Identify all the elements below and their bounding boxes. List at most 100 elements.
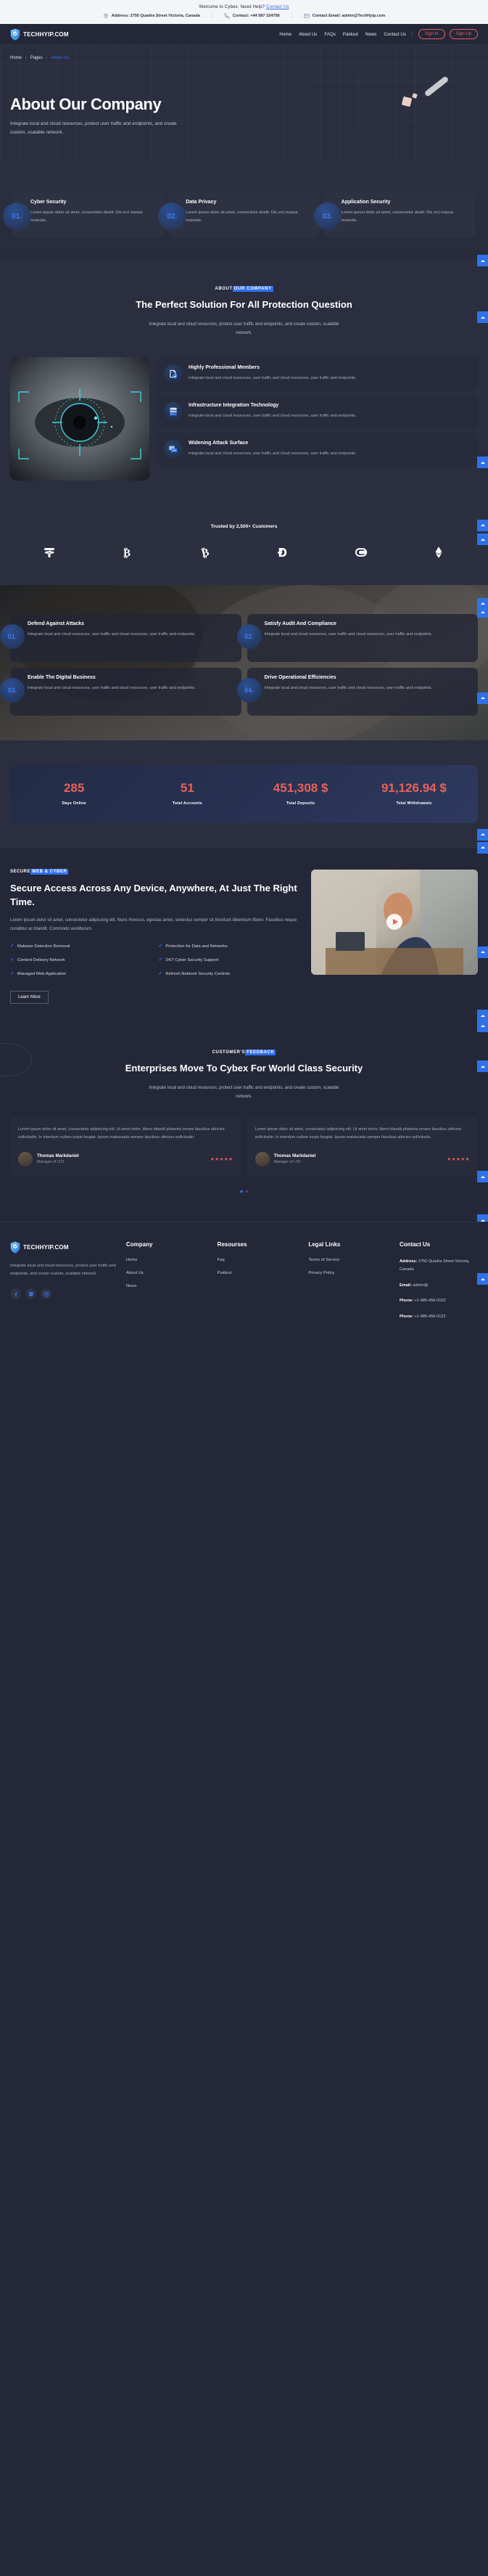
avatar — [255, 1151, 270, 1166]
footer-link-news[interactable]: News — [126, 1284, 210, 1288]
scroll-to-top-button[interactable] — [477, 597, 488, 610]
breadcrumb-home[interactable]: Home — [10, 56, 22, 60]
facebook-icon[interactable] — [10, 1288, 21, 1300]
service-title: Data Privacy — [186, 200, 217, 205]
scroll-to-top-button[interactable] — [477, 1171, 488, 1183]
stat-value: 451,308 $ — [273, 780, 328, 795]
scroll-to-top-button[interactable] — [477, 692, 488, 704]
service-card[interactable]: 03. Application Security Lorem ipsum dol… — [313, 192, 475, 238]
nav-item-contact-us[interactable]: Contact Us — [384, 32, 406, 37]
instagram-icon[interactable] — [41, 1288, 51, 1300]
play-button-icon[interactable] — [386, 914, 402, 931]
testimonials-section: CUSTOMER'S FEEDBACK Enterprises Move To C… — [0, 1029, 488, 1222]
welcome-message: Welcome to Cybex. Need Help? Contact Us — [0, 4, 488, 9]
scroll-to-top-button[interactable] — [477, 841, 488, 854]
auth-buttons: Sign In Sign Up — [418, 29, 478, 39]
top-info-bar: Welcome to Cybex. Need Help? Contact Us … — [0, 0, 488, 24]
testimonial-text: Lorem ipsum dolor sit amet, consectetur … — [18, 1127, 225, 1140]
testimonial-author-role: Manager of LTD — [37, 1160, 65, 1165]
scroll-to-top-button[interactable] — [477, 457, 488, 469]
scroll-to-top-button[interactable] — [477, 1273, 488, 1285]
main-navbar: TECHHYIP.COM Home About Us FAQs Paidout … — [0, 24, 488, 44]
service-card[interactable]: 02. Data Privacy Lorem ipsum dolor sit a… — [158, 192, 320, 238]
footer-phone-1-label: Phone: — [400, 1299, 413, 1304]
footer-phone-2-value: +1-485-456-0122 — [414, 1314, 446, 1319]
contact-us-link[interactable]: Contact Us — [266, 4, 289, 9]
carousel-dot-2[interactable] — [245, 1190, 248, 1193]
feature-text: Highly Professional Members Integrate lo… — [189, 364, 357, 383]
footer-link-privacy[interactable]: Privacy Policy — [308, 1271, 392, 1275]
footer-link-terms[interactable]: Terms of Service — [308, 1258, 392, 1262]
footer-link-faq[interactable]: Faq — [218, 1258, 302, 1262]
scroll-to-top-button[interactable] — [477, 828, 488, 841]
feature-card[interactable]: Widening Attack Surface Integrate local … — [157, 432, 478, 466]
stat-item: 285 Days Online — [17, 781, 131, 806]
benefit-description: Integrate local and cloud resources, use… — [264, 631, 433, 637]
footer-brand-column: TECHHYIP.COM Integrate local and cloud r… — [10, 1241, 119, 1328]
benefit-card[interactable]: 01. Defend Against Attacks Integrate loc… — [0, 613, 241, 662]
benefit-card[interactable]: 02. Satisfy Audit And Compliance Integra… — [236, 613, 478, 662]
benefits-section: 01. Defend Against Attacks Integrate loc… — [0, 584, 488, 740]
benefit-card[interactable]: 04. Drive Operational Efficiencies Integ… — [236, 667, 478, 716]
benefit-card[interactable]: 03. Enable The Digital Business Integrat… — [0, 667, 241, 716]
nav-item-home[interactable]: Home — [279, 32, 291, 37]
carousel-dot-1[interactable] — [240, 1190, 243, 1193]
scroll-to-top-button[interactable] — [477, 1010, 488, 1022]
stat-value: 285 — [63, 780, 85, 795]
secure-eyebrow: SECURE WEB & CYBER — [10, 868, 302, 875]
footer-legal-column: Legal Links Terms of Service Privacy Pol… — [308, 1241, 392, 1328]
document-shield-icon — [164, 364, 183, 383]
scroll-to-top-button[interactable] — [477, 1214, 488, 1222]
breadcrumb-chevron-icon: › — [46, 56, 48, 60]
scroll-to-top-button[interactable] — [477, 311, 488, 324]
secure-left-column: SECURE WEB & CYBER Secure Access Across A… — [10, 868, 302, 1005]
breadcrumb-chevron-icon: › — [25, 56, 27, 60]
nav-item-news[interactable]: News — [365, 32, 376, 37]
testimonial-author-name: Thomas Markdaniel — [37, 1153, 79, 1159]
site-logo[interactable]: TECHHYIP.COM — [10, 28, 69, 41]
service-cards-row: 01. Cyber Security Lorem ipsum dolor sit… — [0, 192, 488, 238]
footer-link-home[interactable]: Home — [126, 1258, 210, 1262]
dogecoin-icon — [276, 545, 289, 563]
checklist-label: Refresh Network Security Controls — [165, 971, 231, 976]
phone-icon — [224, 13, 230, 19]
service-number: 03. — [313, 203, 342, 231]
scroll-to-top-button[interactable] — [477, 1020, 488, 1032]
checklist-item: ✓ Content Delivery Network — [10, 957, 154, 965]
feature-card[interactable]: Infrastructure Integration Technology In… — [157, 394, 478, 428]
footer-contact-heading: Contact Us — [400, 1241, 431, 1248]
video-thumbnail[interactable] — [311, 869, 478, 975]
nav-item-faqs[interactable]: FAQs — [324, 32, 335, 37]
benefit-title: Defend Against Attacks — [28, 621, 85, 626]
sign-up-button[interactable]: Sign Up — [449, 29, 478, 39]
footer-logo[interactable]: TECHHYIP.COM — [10, 1241, 119, 1254]
learn-more-button[interactable]: Learn More — [10, 991, 49, 1005]
breadcrumb-pages[interactable]: Pages — [30, 56, 43, 60]
location-pin-icon — [103, 13, 109, 19]
secure-paragraph: Lorem ipsum dolor sit amet, consectetur … — [10, 918, 297, 932]
footer-link-paidout[interactable]: Paidout — [218, 1271, 302, 1275]
testimonials-eyebrow-highlight: FEEDBACK — [245, 1050, 276, 1056]
scroll-to-top-button[interactable] — [477, 1060, 488, 1073]
sign-in-button[interactable]: Sign In — [418, 29, 445, 39]
scroll-to-top-button[interactable] — [477, 255, 488, 267]
service-card[interactable]: 01. Cyber Security Lorem ipsum dolor sit… — [3, 192, 165, 238]
footer-link-about-us[interactable]: About Us — [126, 1271, 210, 1275]
scroll-to-top-button[interactable] — [477, 519, 488, 531]
scroll-to-top-button[interactable] — [477, 946, 488, 958]
secure-feature-checklist: ✓ Malware Detection Removal ✓ Protection f… — [10, 944, 302, 978]
carousel-dots — [10, 1190, 478, 1193]
stat-item: 451,308 $ Total Deposits — [244, 781, 357, 806]
nav-item-paidout[interactable]: Paidout — [343, 32, 358, 37]
feature-description: Integrate local and cloud resources, use… — [189, 414, 357, 419]
feature-card[interactable]: Highly Professional Members Integrate lo… — [157, 356, 478, 391]
top-email-text: Contact Email: admin@TechHyip.com — [312, 14, 386, 18]
nav-item-about-us[interactable]: About Us — [299, 32, 317, 37]
stats-panel: 285 Days Online 51 Total Accounts 451,30… — [10, 764, 478, 823]
scroll-to-top-button[interactable] — [477, 533, 488, 546]
benefit-description: Integrate local and cloud resources, use… — [28, 631, 196, 637]
feature-text: Widening Attack Surface Integrate local … — [189, 440, 357, 459]
twitch-icon[interactable] — [25, 1288, 36, 1300]
features-list: Highly Professional Members Integrate lo… — [157, 356, 478, 481]
footer-company-column: Company Home About Us News — [126, 1241, 210, 1328]
